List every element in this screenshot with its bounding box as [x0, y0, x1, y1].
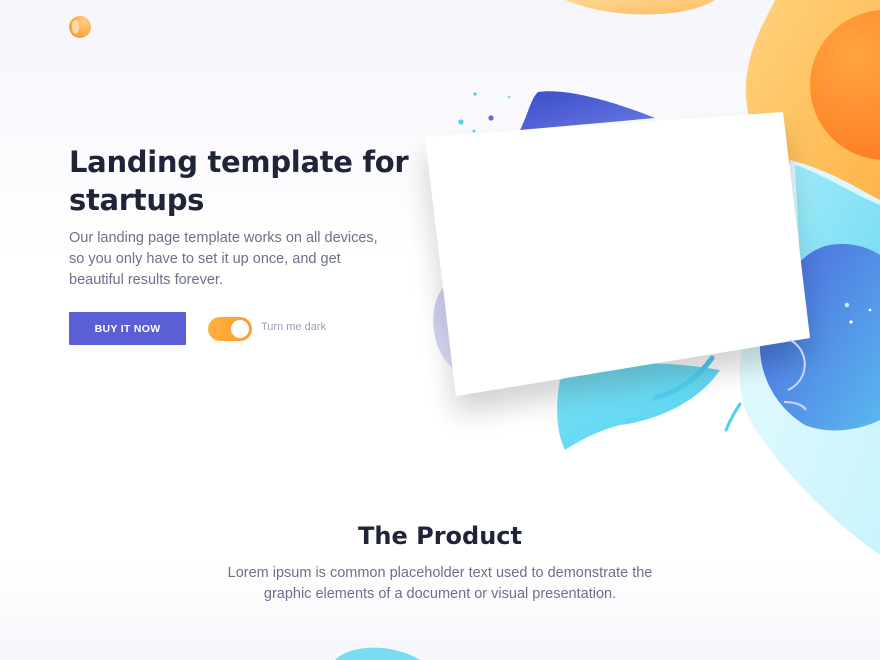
product-section-title: The Product [358, 522, 522, 550]
landing-page: Landing template for startups Our landin… [0, 0, 880, 660]
hero-description: Our landing page template works on all d… [69, 230, 378, 288]
orange-brush-shape [565, 0, 715, 15]
buy-it-now-button[interactable]: BUY IT NOW [69, 312, 186, 345]
toggle-knob [231, 320, 249, 338]
dark-mode-toggle[interactable] [208, 317, 252, 341]
cyan-bottom-shape [335, 647, 420, 660]
product-section-description: Lorem ipsum is common placeholder text u… [227, 565, 653, 602]
dark-mode-toggle-label[interactable]: Turn me dark [261, 321, 326, 333]
logo-icon[interactable] [69, 16, 91, 38]
hero-title: Landing template for startups [69, 145, 409, 217]
